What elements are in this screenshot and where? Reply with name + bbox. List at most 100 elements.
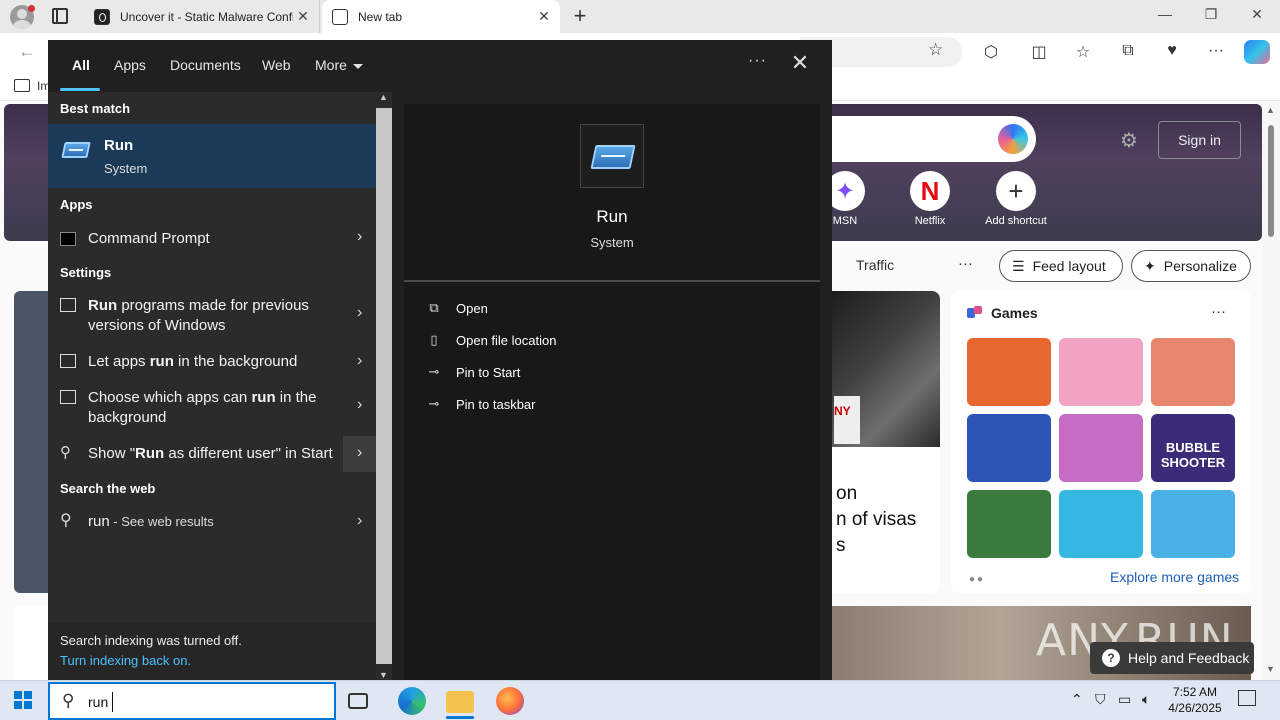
tab-actions-icon[interactable]: [52, 8, 68, 24]
result-web-search-run[interactable]: ⚲ run - See web results ›: [48, 506, 376, 538]
feed-more-icon[interactable]: ···: [958, 255, 973, 272]
headline-line: n of visas: [836, 509, 917, 530]
action-pin-to-taskbar[interactable]: ⊸ Pin to taskbar: [426, 396, 536, 412]
import-favorites-icon[interactable]: [14, 79, 30, 92]
action-open-file-location[interactable]: ▯ Open file location: [426, 332, 556, 348]
performance-icon[interactable]: ♥: [1161, 42, 1183, 60]
action-label: Open: [456, 300, 488, 316]
game-tile-4[interactable]: [967, 414, 1051, 482]
result-setting-background-apps[interactable]: Let apps run in the background ›: [48, 344, 376, 380]
game-tile-2[interactable]: [1059, 338, 1143, 406]
copilot-icon[interactable]: [1244, 40, 1270, 64]
shortcut-netflix[interactable]: N Netflix: [900, 171, 960, 227]
game-tile-7[interactable]: [967, 490, 1051, 558]
system-clock[interactable]: 7:52 AM 4/26/2025: [1160, 684, 1230, 716]
tab-close-icon[interactable]: ✕: [534, 8, 554, 25]
result-setting-choose-apps[interactable]: Choose which apps can run in the backgro…: [48, 380, 376, 432]
file-explorer-icon[interactable]: [446, 691, 474, 713]
feed-layout-button[interactable]: ☰ Feed layout: [999, 250, 1123, 282]
scroll-up-icon[interactable]: ▲: [1266, 105, 1275, 115]
split-screen-icon[interactable]: ◫: [1028, 42, 1050, 62]
tab-documents[interactable]: Documents: [170, 57, 241, 73]
firefox-icon[interactable]: [496, 687, 524, 715]
action-pin-to-start[interactable]: ⊸ Pin to Start: [426, 364, 521, 380]
explore-more-games-link[interactable]: Explore more games: [1110, 569, 1239, 585]
taskbar-search-input[interactable]: ⚲ run: [48, 682, 336, 720]
feed-tab-traffic[interactable]: Traffic: [856, 257, 894, 273]
best-match-subtitle: System: [104, 161, 148, 176]
news-card-partial[interactable]: [14, 291, 48, 593]
notification-icon[interactable]: [1238, 690, 1256, 706]
search-icon: ⚲: [60, 512, 72, 529]
restore-button[interactable]: ❐: [1196, 6, 1226, 23]
favorites-icon[interactable]: ☆: [1072, 42, 1094, 62]
collections-icon[interactable]: ⧉: [1117, 42, 1139, 60]
news-card-partial[interactable]: [14, 605, 48, 681]
more-options-icon[interactable]: ···: [748, 52, 767, 70]
chevron-right-icon[interactable]: ›: [357, 396, 362, 414]
section-apps: Apps: [60, 197, 93, 212]
tab-all[interactable]: All: [72, 57, 90, 73]
result-command-prompt[interactable]: Command Prompt ›: [48, 222, 376, 254]
network-icon[interactable]: ▭: [1118, 691, 1131, 708]
scroll-down-icon[interactable]: ▼: [1266, 664, 1275, 674]
scroll-down-icon[interactable]: ▼: [379, 670, 388, 680]
security-icon[interactable]: ⛉: [1095, 691, 1106, 708]
best-match-run[interactable]: Run System: [48, 124, 376, 188]
games-title: Games: [991, 305, 1038, 321]
extensions-icon[interactable]: ⬡: [980, 42, 1002, 62]
carousel-dots[interactable]: ●●: [969, 574, 985, 585]
text-caret: [112, 692, 113, 712]
copilot-icon[interactable]: [998, 124, 1028, 154]
sign-in-button[interactable]: Sign in: [1158, 121, 1241, 159]
action-open[interactable]: ⧉ Open: [426, 300, 488, 316]
game-tile-5[interactable]: [1059, 414, 1143, 482]
scroll-thumb[interactable]: [1268, 125, 1274, 237]
page-scrollbar[interactable]: ▲ ▼: [1262, 101, 1280, 680]
chevron-right-icon[interactable]: ›: [357, 512, 362, 530]
volume-icon[interactable]: 🔈︎: [1142, 691, 1150, 708]
game-tile-3[interactable]: [1151, 338, 1235, 406]
news-card[interactable]: on n of visas s: [832, 291, 940, 593]
settings-gear-icon: ⚲: [60, 444, 71, 461]
chevron-right-icon[interactable]: ›: [357, 304, 362, 322]
back-arrow-icon[interactable]: ←: [18, 41, 36, 62]
minimize-button[interactable]: —: [1150, 6, 1180, 22]
game-tile-9[interactable]: [1151, 490, 1235, 558]
results-scrollbar[interactable]: ▲ ▼: [376, 92, 392, 680]
chevron-right-icon[interactable]: ›: [357, 352, 362, 370]
personalize-button[interactable]: ✦ Personalize: [1131, 250, 1251, 282]
chevron-up-icon[interactable]: ⌃: [1071, 691, 1083, 708]
chevron-right-icon[interactable]: ›: [357, 444, 362, 462]
windows-start-icon[interactable]: [14, 691, 32, 709]
tab-apps[interactable]: Apps: [114, 57, 146, 73]
gear-icon[interactable]: ⚙: [1120, 128, 1138, 153]
result-setting-run-as-different-user[interactable]: ⚲ Show "Run as different user" in Start …: [48, 436, 376, 472]
turn-indexing-on-link[interactable]: Turn indexing back on.: [60, 653, 191, 668]
scroll-thumb[interactable]: [376, 108, 392, 664]
edge-icon[interactable]: [398, 687, 426, 715]
result-setting-run-programs[interactable]: Run programs made for previous versions …: [48, 288, 376, 340]
favorite-star-icon[interactable]: ☆: [928, 40, 943, 60]
games-more-icon[interactable]: ···: [1211, 303, 1226, 320]
shortcut-add[interactable]: + Add shortcut: [976, 171, 1056, 227]
close-icon[interactable]: ✕: [788, 50, 812, 76]
tab-close-icon[interactable]: ✕: [293, 8, 313, 25]
headline-line: on: [836, 483, 858, 504]
help-feedback-button[interactable]: ? Help and Feedback: [1090, 642, 1254, 674]
tab-web[interactable]: Web: [262, 57, 291, 73]
task-view-icon[interactable]: [348, 693, 368, 709]
scroll-up-icon[interactable]: ▲: [379, 92, 388, 102]
tab-new-tab[interactable]: New tab ✕: [322, 0, 560, 33]
tab-more[interactable]: More: [315, 57, 363, 73]
game-tile-1[interactable]: [967, 338, 1051, 406]
compat-settings-icon: [60, 298, 76, 312]
tab-uncover-it[interactable]: Uncover it - Static Malware Confi ✕: [84, 0, 320, 33]
new-tab-button[interactable]: +: [569, 3, 591, 29]
close-window-button[interactable]: ✕: [1242, 6, 1272, 23]
settings-menu-icon[interactable]: ···: [1205, 42, 1227, 60]
indexing-notice: Search indexing was turned off. Turn ind…: [48, 623, 376, 680]
game-tile-8[interactable]: [1059, 490, 1143, 558]
chevron-right-icon[interactable]: ›: [357, 228, 362, 246]
game-tile-bubble-shooter[interactable]: BUBBLE SHOOTER: [1151, 414, 1235, 482]
